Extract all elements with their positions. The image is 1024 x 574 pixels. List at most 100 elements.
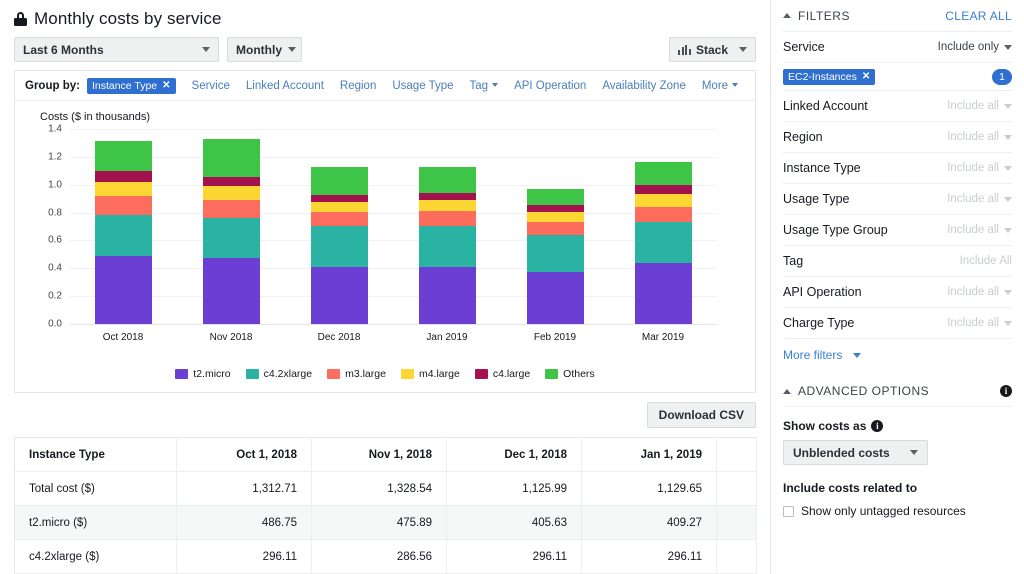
group-by-option-availability-zone[interactable]: Availability Zone <box>602 80 686 92</box>
filter-value-select-instance-type[interactable]: Include all <box>947 162 1012 174</box>
chart-bar[interactable] <box>526 188 584 324</box>
chart-bar-segment-m3-large[interactable] <box>202 199 260 218</box>
group-by-option-api-operation[interactable]: API Operation <box>514 80 586 92</box>
untagged-resources-checkbox[interactable] <box>783 505 794 517</box>
chart-bar-segment-t2-micro[interactable] <box>418 267 476 324</box>
group-by-option-region[interactable]: Region <box>340 80 376 92</box>
chart-bar-segment-c4-large[interactable] <box>634 185 692 194</box>
untagged-resources-checkbox-row[interactable]: Show only untagged resources <box>783 504 1012 518</box>
close-icon[interactable]: ✕ <box>862 71 870 82</box>
show-costs-as-select[interactable]: Unblended costs <box>783 440 928 465</box>
chart-bar-segment-Others[interactable] <box>202 138 260 177</box>
chevron-up-icon[interactable] <box>783 13 791 18</box>
filter-row-usage-type-group[interactable]: Usage Type Group Include all <box>783 215 1012 246</box>
legend-item-c4-2xlarge[interactable]: c4.2xlarge <box>245 368 312 380</box>
chart-bar-segment-m3-large[interactable] <box>310 212 368 227</box>
chart-bar-segment-m4-large[interactable] <box>202 186 260 200</box>
chart-bar-segment-Others[interactable] <box>310 167 368 195</box>
group-by-options: Service Linked Account Region Usage Type Tag… <box>176 80 739 92</box>
legend-item-c4-large[interactable]: c4.large <box>474 368 530 380</box>
chart-bar-segment-m3-large[interactable] <box>94 196 152 215</box>
chart-bar-segment-t2-micro[interactable] <box>202 257 260 324</box>
filter-row-region[interactable]: Region Include all <box>783 122 1012 153</box>
table-column-header[interactable]: Oct 1, 2018 <box>176 437 312 472</box>
chart-bar-segment-c4-large[interactable] <box>526 205 584 212</box>
table-cell <box>716 539 757 574</box>
filter-value-select-service[interactable]: Include only <box>938 41 1012 53</box>
chart-bar-segment-m3-large[interactable] <box>418 211 476 226</box>
filter-value-select-charge-type[interactable]: Include all <box>947 317 1012 329</box>
info-icon[interactable]: i <box>871 420 884 432</box>
chart-bar-segment-Others[interactable] <box>526 188 584 206</box>
clear-all-button[interactable]: CLEAR ALL <box>945 9 1012 23</box>
chart-bar[interactable] <box>418 166 476 324</box>
legend-item-Others[interactable]: Others <box>545 368 595 380</box>
filter-value-select-api-operation[interactable]: Include all <box>947 286 1012 298</box>
chart-bar-segment-Others[interactable] <box>634 162 692 186</box>
chart-bar-segment-c4-2xlarge[interactable] <box>634 222 692 264</box>
table-column-header[interactable]: Nov 1, 2018 <box>311 437 447 472</box>
chart-bar-segment-t2-micro[interactable] <box>310 267 368 324</box>
chart-bar[interactable] <box>94 141 152 324</box>
table-column-header[interactable]: Jan 1, 2019 <box>581 437 717 472</box>
chevron-up-icon[interactable] <box>783 388 791 394</box>
filter-row-tag[interactable]: Tag Include All <box>783 246 1012 277</box>
chart-bar-segment-m3-large[interactable] <box>634 206 692 223</box>
date-range-select[interactable]: Last 6 Months <box>14 37 219 62</box>
filter-value-select-tag[interactable]: Include All <box>960 255 1012 267</box>
chart-bar-segment-m4-large[interactable] <box>310 201 368 213</box>
stack-button[interactable]: Stack <box>669 37 756 62</box>
chart-bar-segment-c4-2xlarge[interactable] <box>202 217 260 258</box>
chart-bar-segment-c4-large[interactable] <box>418 193 476 201</box>
chart-bar-segment-t2-micro[interactable] <box>634 263 692 324</box>
chart-bar[interactable] <box>310 167 368 324</box>
group-by-option-usage-type[interactable]: Usage Type <box>392 80 453 92</box>
filter-row-instance-type[interactable]: Instance Type Include all <box>783 153 1012 184</box>
more-filters-link[interactable]: More filters <box>783 339 862 362</box>
filter-row-linked-account[interactable]: Linked Account Include all <box>783 91 1012 122</box>
group-by-chip-instance-type[interactable]: Instance Type ✕ <box>86 77 176 94</box>
chart-bar-segment-m4-large[interactable] <box>634 193 692 207</box>
chart-bar-segment-m4-large[interactable] <box>418 200 476 212</box>
chart-bar-segment-Others[interactable] <box>94 141 152 172</box>
chart-bar-segment-t2-micro[interactable] <box>94 256 152 324</box>
chart-bar-segment-Others[interactable] <box>418 166 476 194</box>
chart-bar-segment-c4-large[interactable] <box>202 176 260 187</box>
group-by-option-service[interactable]: Service <box>192 80 230 92</box>
info-icon[interactable]: i <box>1000 385 1012 397</box>
chart-bar[interactable] <box>634 162 692 324</box>
legend-item-t2-micro[interactable]: t2.micro <box>175 368 231 380</box>
chart-bar-segment-c4-2xlarge[interactable] <box>94 214 152 257</box>
chart-bar-segment-m4-large[interactable] <box>94 181 152 197</box>
chart-bar-segment-c4-large[interactable] <box>94 171 152 182</box>
filter-row-charge-type[interactable]: Charge Type Include all <box>783 308 1012 339</box>
table-column-header[interactable]: Instance Type <box>14 437 177 472</box>
table-column-header[interactable] <box>716 437 757 472</box>
filter-value-select-usage-type-group[interactable]: Include all <box>947 224 1012 236</box>
filter-row-service[interactable]: Service Include only <box>783 32 1012 63</box>
chart-bar-segment-c4-large[interactable] <box>310 194 368 202</box>
legend-item-m3-large[interactable]: m3.large <box>327 368 386 380</box>
chart-bar-segment-m4-large[interactable] <box>526 211 584 222</box>
chart-bar-segment-t2-micro[interactable] <box>526 272 584 324</box>
group-by-option-tag[interactable]: Tag <box>470 80 499 92</box>
chart-bar-segment-c4-2xlarge[interactable] <box>418 225 476 268</box>
chart-bar-segment-m3-large[interactable] <box>526 221 584 235</box>
service-filter-chip[interactable]: EC2-Instances ✕ <box>783 68 876 85</box>
close-icon[interactable]: ✕ <box>162 80 170 91</box>
granularity-select[interactable]: Monthly <box>227 37 302 62</box>
chart-bar-segment-c4-2xlarge[interactable] <box>526 234 584 273</box>
legend-item-m4-large[interactable]: m4.large <box>400 368 460 380</box>
download-csv-button[interactable]: Download CSV <box>646 402 756 428</box>
group-by-option-linked-account[interactable]: Linked Account <box>246 80 324 92</box>
group-by-option-more[interactable]: More <box>702 80 739 92</box>
chart-bar[interactable] <box>202 138 260 324</box>
table-column-header[interactable]: Dec 1, 2018 <box>446 437 582 472</box>
chart-bar-segment-c4-2xlarge[interactable] <box>310 226 368 268</box>
filter-value-select-region[interactable]: Include all <box>947 131 1012 143</box>
filter-row-usage-type[interactable]: Usage Type Include all <box>783 184 1012 215</box>
filter-value-select-linked-account[interactable]: Include all <box>947 100 1012 112</box>
filter-value-select-usage-type[interactable]: Include all <box>947 193 1012 205</box>
filter-row-api-operation[interactable]: API Operation Include all <box>783 277 1012 308</box>
group-by-option-label: Service <box>191 79 230 92</box>
